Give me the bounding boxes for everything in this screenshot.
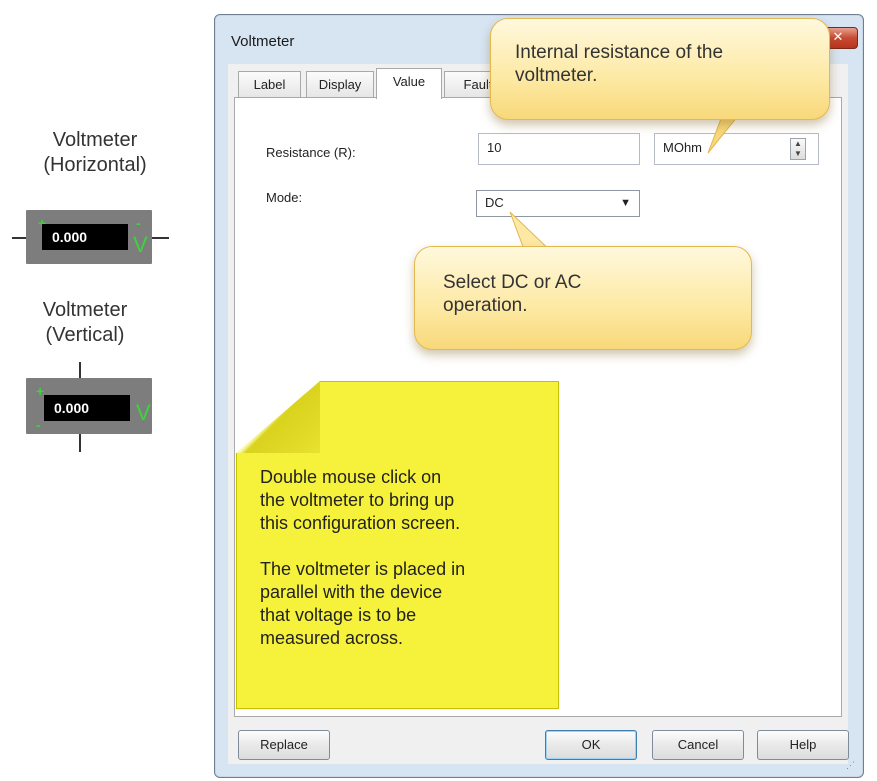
resistance-label: Resistance (R): <box>266 145 356 160</box>
resistance-callout-line1: Internal resistance of the <box>515 42 724 63</box>
close-icon: ✕ <box>832 30 844 45</box>
voltmeter-horizontal-symbol[interactable]: + - 0.000 V <box>26 210 152 264</box>
vertical-symbol-title: Voltmeter (Vertical) <box>10 298 160 348</box>
sticky-note-text: Double mouse click on the voltmeter to b… <box>260 466 550 650</box>
help-button[interactable]: Help <box>757 730 849 760</box>
tab-display[interactable]: Display <box>306 71 374 97</box>
tab-value-text: Value <box>392 74 426 89</box>
minus-terminal-label: - <box>36 417 41 433</box>
note-line: the voltmeter to bring up <box>260 490 455 510</box>
note-line: that voltage is to be <box>260 605 417 625</box>
meter-reading: 0.000 <box>44 395 130 421</box>
resistance-callout: Internal resistance of the voltmeter. <box>490 18 830 120</box>
resistance-value-input[interactable]: 10 <box>478 133 640 165</box>
tab-fault-text: Fault <box>463 77 493 92</box>
vertical-bottom-lead <box>79 434 81 452</box>
mode-callout-line1: Select DC or AC <box>443 272 582 293</box>
tab-value[interactable]: Value <box>376 68 442 99</box>
mode-label: Mode: <box>266 190 303 205</box>
horizontal-left-lead <box>12 237 26 239</box>
tab-label[interactable]: Label <box>238 71 301 97</box>
note-line: measured across. <box>260 628 404 648</box>
horizontal-right-lead <box>151 237 169 239</box>
meter-unit: V <box>133 232 148 257</box>
horizontal-title-line2: (Horizontal) <box>43 154 147 176</box>
vertical-top-lead <box>79 362 81 378</box>
chevron-down-icon: ▼ <box>620 197 631 209</box>
spin-down-icon[interactable]: ▼ <box>791 149 805 159</box>
vertical-title-line2: (Vertical) <box>45 324 125 346</box>
mode-callout-line2: operation. <box>443 295 528 316</box>
plus-terminal-label: + <box>36 383 45 399</box>
resize-grip-icon[interactable]: ⋰ <box>846 760 855 771</box>
meter-reading: 0.000 <box>42 224 128 250</box>
horizontal-symbol-title: Voltmeter (Horizontal) <box>20 128 170 178</box>
minus-terminal-label: - <box>136 215 141 231</box>
mode-callout: Select DC or AC operation. <box>414 246 752 350</box>
dialog-title: Voltmeter <box>231 33 295 50</box>
note-line: parallel with the device <box>260 582 443 602</box>
resistance-callout-line2: voltmeter. <box>515 65 598 86</box>
note-spacer <box>260 535 550 558</box>
voltmeter-vertical-symbol[interactable]: + - 0.000 V <box>26 378 152 434</box>
note-line: The voltmeter is placed in <box>260 559 466 579</box>
replace-button[interactable]: Replace <box>238 730 330 760</box>
unit-spin-buttons[interactable]: ▲ ▼ <box>790 138 806 160</box>
tab-label-text: Label <box>253 77 286 92</box>
spin-up-icon[interactable]: ▲ <box>791 139 805 149</box>
note-line: Double mouse click on <box>260 467 442 487</box>
tab-display-text: Display <box>318 77 362 92</box>
meter-unit: V <box>136 400 151 425</box>
cancel-button[interactable]: Cancel <box>652 730 744 760</box>
ok-button[interactable]: OK <box>545 730 637 760</box>
resistance-unit-text: MOhm <box>663 140 702 155</box>
horizontal-title-line1: Voltmeter <box>52 129 138 151</box>
mode-selected-value: DC <box>485 195 504 210</box>
vertical-title-line1: Voltmeter <box>42 299 128 321</box>
note-line: this configuration screen. <box>260 513 461 533</box>
